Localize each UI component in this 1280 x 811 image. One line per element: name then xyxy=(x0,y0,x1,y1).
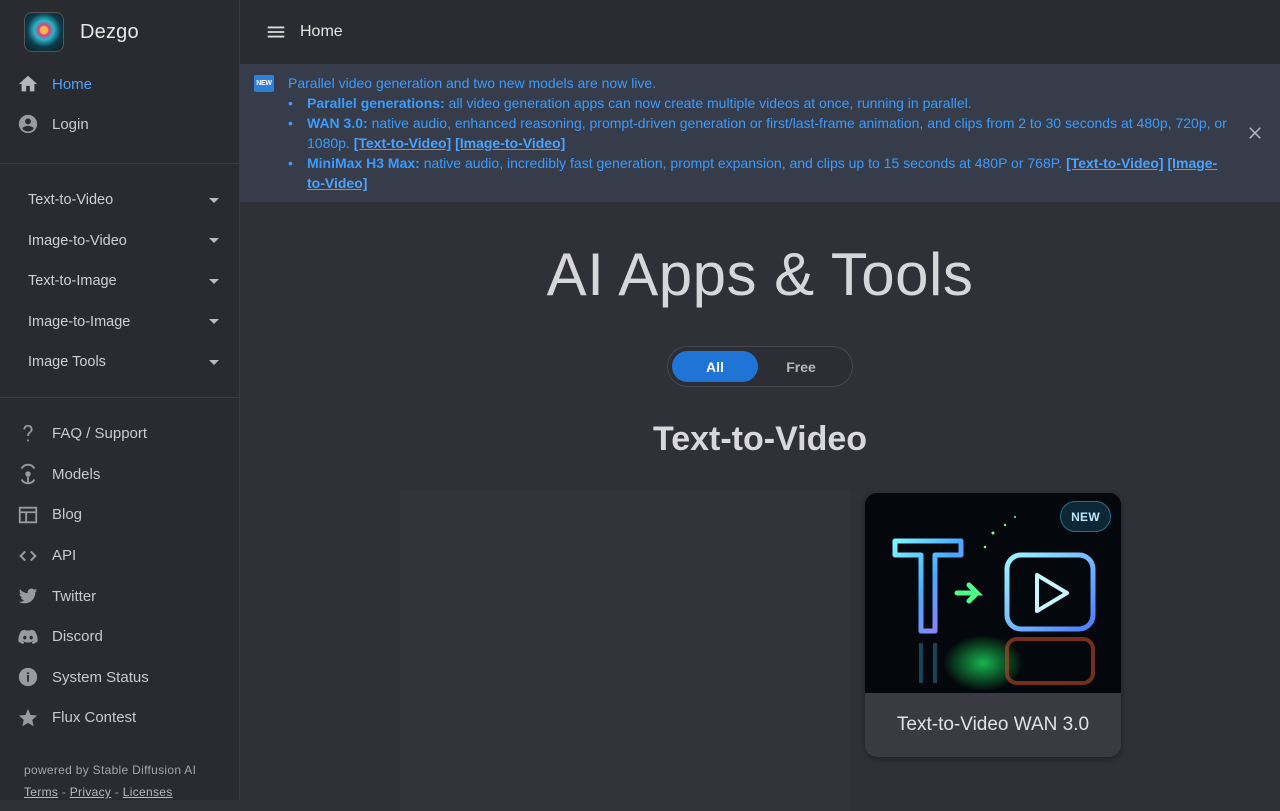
sidebar-footer: powered by Stable Diffusion AI Terms - P… xyxy=(24,759,196,803)
sidebar-item-login[interactable]: Login xyxy=(0,104,239,144)
licenses-link[interactable]: Licenses xyxy=(123,785,173,799)
app-card-thumbnail: NEW xyxy=(865,493,1121,693)
banner-item-title: MiniMax H3 Max: xyxy=(307,155,420,171)
discord-icon xyxy=(16,625,40,649)
category-label: Image-to-Video xyxy=(28,232,127,249)
sidebar-item-label: Twitter xyxy=(52,587,97,605)
category-label: Text-to-Video xyxy=(28,192,114,209)
primary-nav: Home Login xyxy=(0,64,239,144)
sidebar-item-twitter[interactable]: Twitter xyxy=(0,576,239,617)
powered-by-text: powered by Stable Diffusion AI xyxy=(24,763,197,777)
caret-down-icon xyxy=(209,238,219,244)
category-text-to-image[interactable]: Text-to-Image xyxy=(0,261,239,302)
top-bar: Home xyxy=(240,0,1280,64)
category-label: Text-to-Image xyxy=(28,273,117,290)
sidebar-item-flux-contest[interactable]: Flux Contest xyxy=(0,698,239,739)
separator: - xyxy=(114,785,120,799)
banner-item: Parallel generations: all video generati… xyxy=(288,93,1232,113)
brand[interactable]: Dezgo xyxy=(0,0,239,64)
sidebar-item-system-status[interactable]: System Status xyxy=(0,657,239,698)
wan-text-to-video-link[interactable]: [Text-to-Video] xyxy=(354,135,451,151)
menu-icon[interactable] xyxy=(264,20,288,44)
banner-list: Parallel generations: all video generati… xyxy=(288,93,1232,193)
banner-item: MiniMax H3 Max: native audio, incredibly… xyxy=(288,153,1232,193)
page-title: Home xyxy=(300,23,343,40)
twitter-icon xyxy=(16,584,40,608)
category-text-to-video[interactable]: Text-to-Video xyxy=(0,180,239,221)
section-title: Text-to-Video xyxy=(652,420,868,458)
banner-headline: Parallel video generation and two new mo… xyxy=(288,75,657,91)
sidebar-item-label: System Status xyxy=(52,668,149,686)
sidebar: Dezgo Home Login Text-to-Video Image-to-… xyxy=(0,0,240,800)
blog-icon xyxy=(16,503,40,527)
dezgo-logo xyxy=(24,12,64,52)
secondary-nav: FAQ / Support Models Blog API Twitter Di… xyxy=(0,398,239,739)
category-label: Image-to-Image xyxy=(28,313,131,330)
sidebar-item-faq[interactable]: FAQ / Support xyxy=(0,414,239,455)
caret-down-icon xyxy=(209,319,219,325)
banner-item-title: Parallel generations: xyxy=(307,95,445,111)
announcement-banner: NEW Parallel video generation and two ne… xyxy=(240,64,1280,202)
sidebar-item-label: Discord xyxy=(52,628,103,646)
category-label: Image Tools xyxy=(28,354,106,371)
main-heading: AI Apps & Tools xyxy=(546,241,974,308)
app-card-title: Text-to-Video WAN 3.0 xyxy=(896,714,1090,735)
sidebar-item-discord[interactable]: Discord xyxy=(0,616,239,657)
banner-item: WAN 3.0: native audio, enhanced reasonin… xyxy=(288,113,1232,153)
new-badge: NEW xyxy=(254,75,274,92)
filter-toggle: All Free xyxy=(667,346,853,387)
sidebar-item-home[interactable]: Home xyxy=(0,64,239,104)
category-image-to-image[interactable]: Image-to-Image xyxy=(0,302,239,343)
code-icon xyxy=(16,544,40,568)
star-icon xyxy=(16,706,40,730)
brand-name: Dezgo xyxy=(80,20,139,43)
category-image-tools[interactable]: Image Tools xyxy=(0,342,239,383)
sidebar-item-blog[interactable]: Blog xyxy=(0,495,239,536)
sidebar-item-api[interactable]: API xyxy=(0,535,239,576)
question-icon xyxy=(16,422,40,446)
sidebar-item-label: Home xyxy=(52,75,93,93)
caret-down-icon xyxy=(209,197,219,203)
sidebar-item-label: Models xyxy=(52,465,101,483)
banner-item-text: native audio, incredibly fast generation… xyxy=(419,155,1067,171)
info-icon xyxy=(16,665,40,689)
caret-down-icon xyxy=(209,359,219,365)
sidebar-item-label: FAQ / Support xyxy=(52,425,148,443)
category-image-to-video[interactable]: Image-to-Video xyxy=(0,221,239,262)
wan-image-to-video-link[interactable]: [Image-to-Video] xyxy=(455,135,565,151)
banner-item-title: WAN 3.0: xyxy=(307,115,368,131)
sidebar-item-label: Blog xyxy=(52,506,83,524)
loading-card-placeholder xyxy=(400,491,850,811)
terms-link[interactable]: Terms xyxy=(24,785,58,799)
caret-down-icon xyxy=(209,278,219,284)
close-icon[interactable] xyxy=(1246,124,1264,142)
models-icon xyxy=(16,462,40,486)
category-list: Text-to-Video Image-to-Video Text-to-Ima… xyxy=(0,164,239,397)
app-card-text-to-video-wan[interactable]: NEW Text-to-Video WAN 3.0 xyxy=(865,493,1121,757)
sidebar-item-label: Flux Contest xyxy=(52,709,137,727)
filter-all-button[interactable]: All xyxy=(672,351,758,382)
home-icon xyxy=(16,72,40,96)
new-badge: NEW xyxy=(1060,501,1111,532)
minimax-text-to-video-link[interactable]: [Text-to-Video] xyxy=(1066,155,1163,171)
sidebar-item-models[interactable]: Models xyxy=(0,454,239,495)
separator: - xyxy=(61,785,67,799)
privacy-link[interactable]: Privacy xyxy=(70,785,111,799)
banner-item-text: all video generation apps can now create… xyxy=(444,95,972,111)
account-icon xyxy=(16,112,40,136)
sidebar-item-label: Login xyxy=(52,115,89,133)
sidebar-item-label: API xyxy=(52,547,77,565)
filter-free-button[interactable]: Free xyxy=(758,351,844,382)
